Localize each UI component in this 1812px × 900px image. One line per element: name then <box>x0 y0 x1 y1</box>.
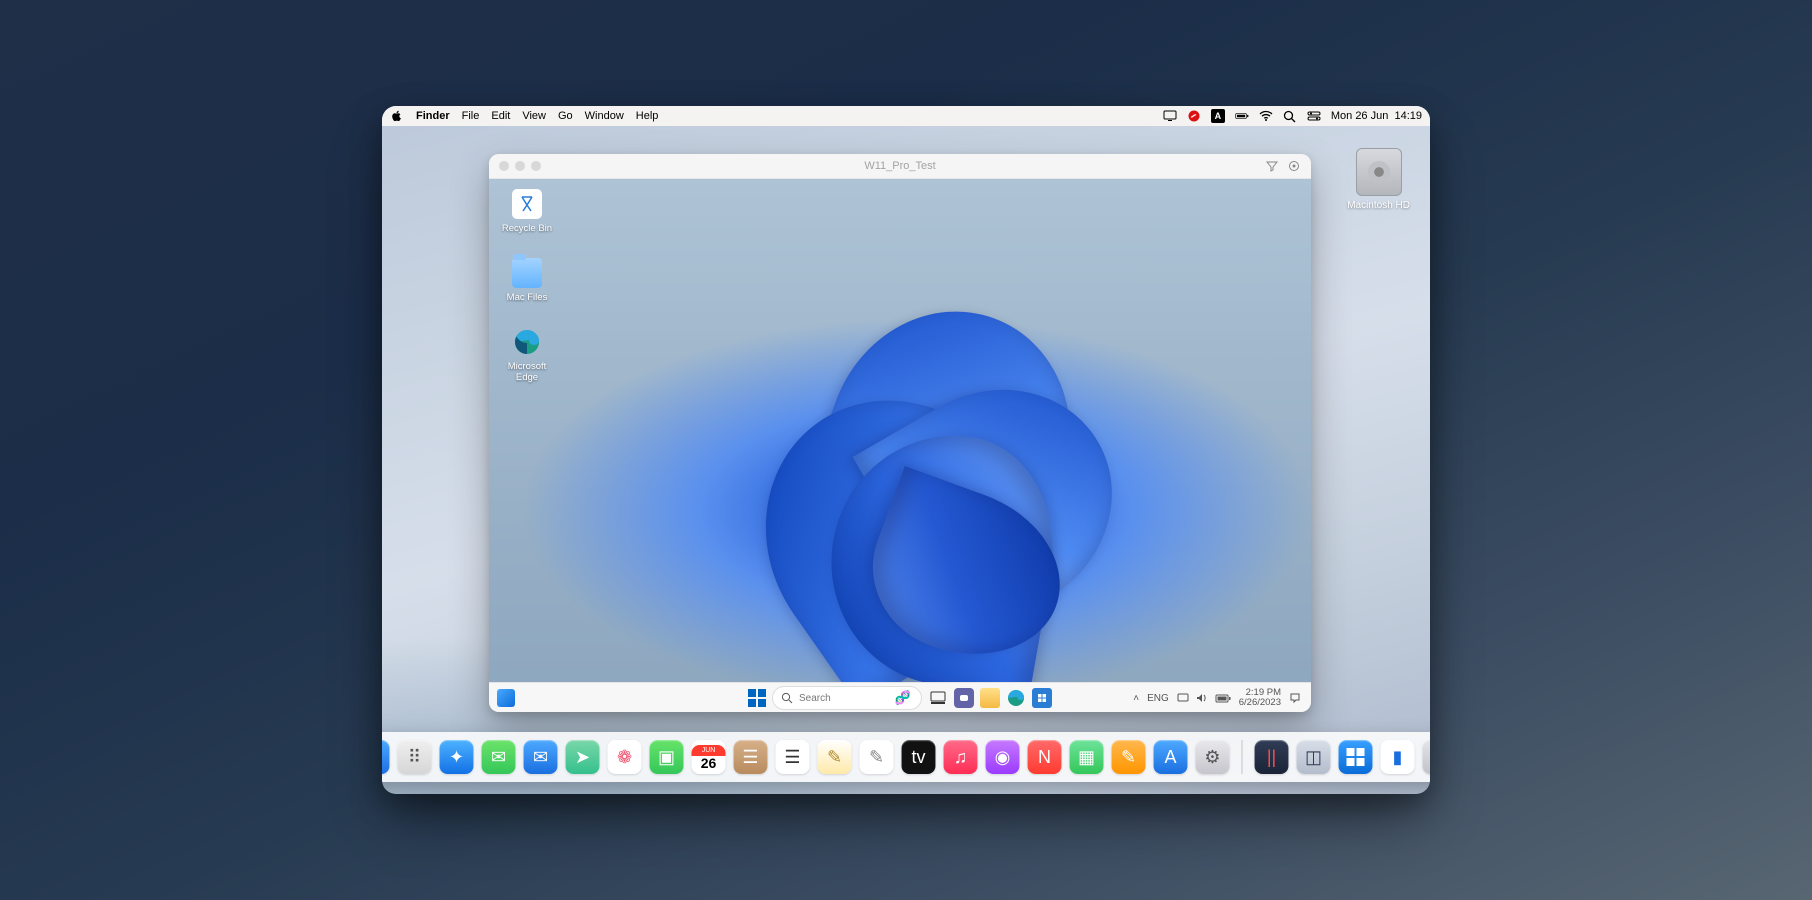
dock-freeform[interactable]: ✎ <box>860 740 894 774</box>
tray-volume-icon[interactable] <box>1196 693 1208 703</box>
microsoft-store-icon[interactable] <box>1032 688 1052 708</box>
vm-titlebar[interactable]: W11_Pro_Test <box>489 154 1311 179</box>
dock-finder[interactable]: ☺ <box>382 740 390 774</box>
dock-notes[interactable]: ✎ <box>818 740 852 774</box>
active-app-name[interactable]: Finder <box>416 110 450 122</box>
windows-taskbar: Search 🧬 ˄ ENG <box>489 682 1311 712</box>
menu-edit[interactable]: Edit <box>491 110 510 122</box>
dock-reminders[interactable]: ☰ <box>776 740 810 774</box>
dock-tv[interactable]: tv <box>902 740 936 774</box>
menu-file[interactable]: File <box>462 110 480 122</box>
vm-filter-icon[interactable] <box>1265 159 1279 173</box>
recycle-bin-icon[interactable]: Recycle Bin <box>501 189 553 234</box>
wifi-icon[interactable] <box>1259 109 1273 123</box>
letter-a-icon[interactable]: A <box>1211 109 1225 123</box>
control-center-icon[interactable] <box>1307 109 1321 123</box>
dock-trash[interactable] <box>1423 740 1431 774</box>
dock-music[interactable]: ♫ <box>944 740 978 774</box>
parallels-vm-window: W11_Pro_Test Recycle Bin <box>489 154 1311 712</box>
mac-files-icon[interactable]: Mac Files <box>501 258 553 303</box>
dock-calendar[interactable]: JUN26 <box>692 740 726 774</box>
vm-settings-icon[interactable] <box>1287 159 1301 173</box>
display-icon[interactable] <box>1163 109 1177 123</box>
edge-label: Microsoft Edge <box>508 361 547 383</box>
dock-appstore[interactable]: A <box>1154 740 1188 774</box>
windows-bloom-wallpaper <box>627 240 1173 712</box>
dock-settings[interactable]: ⚙ <box>1196 740 1230 774</box>
dock-news[interactable]: N <box>1028 740 1062 774</box>
tray-chevron-icon[interactable]: ˄ <box>1133 693 1139 704</box>
start-button[interactable] <box>748 689 766 707</box>
search-icon <box>781 692 793 704</box>
dock-podcasts[interactable]: ◉ <box>986 740 1020 774</box>
dock-contacts[interactable]: ☰ <box>734 740 768 774</box>
dock-maps[interactable]: ➤ <box>566 740 600 774</box>
mac-desktop: Finder File Edit View Go Window Help A M… <box>382 106 1430 794</box>
dock-windows-start[interactable] <box>1339 740 1373 774</box>
apple-logo-icon[interactable] <box>390 109 404 123</box>
tray-network-icon[interactable] <box>1177 693 1189 703</box>
dock-pages[interactable]: ✎ <box>1112 740 1146 774</box>
notifications-icon[interactable] <box>1289 692 1301 704</box>
taskbar-date[interactable]: 6/26/2023 <box>1239 698 1281 708</box>
mac-files-label: Mac Files <box>507 292 548 303</box>
dock-facetime[interactable]: ▣ <box>650 740 684 774</box>
dock-safari[interactable]: ✦ <box>440 740 474 774</box>
file-explorer-icon[interactable] <box>980 688 1000 708</box>
tray-battery-icon[interactable] <box>1215 694 1231 703</box>
edge-taskbar-icon[interactable] <box>1006 688 1026 708</box>
dock-mail[interactable]: ✉ <box>524 740 558 774</box>
mac-dock: ☺⠿✦✉✉➤❁▣JUN26☰☰✎✎tv♫◉N▦✎A⚙||◫▮ <box>382 732 1430 782</box>
dock-preview-doc[interactable]: ▮ <box>1381 740 1415 774</box>
edge-icon[interactable]: Microsoft Edge <box>501 327 553 383</box>
menu-window[interactable]: Window <box>585 110 624 122</box>
menubar-time[interactable]: 14:19 <box>1394 110 1422 122</box>
vm-title-text: W11_Pro_Test <box>489 160 1311 172</box>
macintosh-hd-icon[interactable]: Macintosh HD <box>1347 148 1410 211</box>
dock-launchpad[interactable]: ⠿ <box>398 740 432 774</box>
search-icon[interactable] <box>1283 109 1297 123</box>
dock-parallels[interactable]: || <box>1255 740 1289 774</box>
task-view-icon[interactable] <box>928 688 948 708</box>
dock-messages[interactable]: ✉ <box>482 740 516 774</box>
chat-icon[interactable] <box>954 688 974 708</box>
taskbar-search[interactable]: Search 🧬 <box>772 686 922 710</box>
windows-desktop[interactable]: Recycle Bin Mac Files Microsoft Edge <box>489 179 1311 712</box>
menu-go[interactable]: Go <box>558 110 573 122</box>
menu-view[interactable]: View <box>522 110 546 122</box>
battery-icon[interactable] <box>1235 109 1249 123</box>
dock-numbers[interactable]: ▦ <box>1070 740 1104 774</box>
search-placeholder: Search <box>799 693 831 704</box>
dock-photos[interactable]: ❁ <box>608 740 642 774</box>
dock-separator <box>1242 740 1243 774</box>
trend-icon[interactable] <box>1187 109 1201 123</box>
language-indicator[interactable]: ENG <box>1147 693 1169 704</box>
menubar-date[interactable]: Mon 26 Jun <box>1331 110 1388 122</box>
dock-vm-snapshot[interactable]: ◫ <box>1297 740 1331 774</box>
menu-help[interactable]: Help <box>636 110 659 122</box>
mac-menubar: Finder File Edit View Go Window Help A M… <box>382 106 1430 126</box>
window-traffic-lights[interactable] <box>499 161 541 171</box>
widgets-icon[interactable] <box>497 689 515 707</box>
disk-label: Macintosh HD <box>1347 200 1410 211</box>
recycle-bin-label: Recycle Bin <box>502 223 552 234</box>
